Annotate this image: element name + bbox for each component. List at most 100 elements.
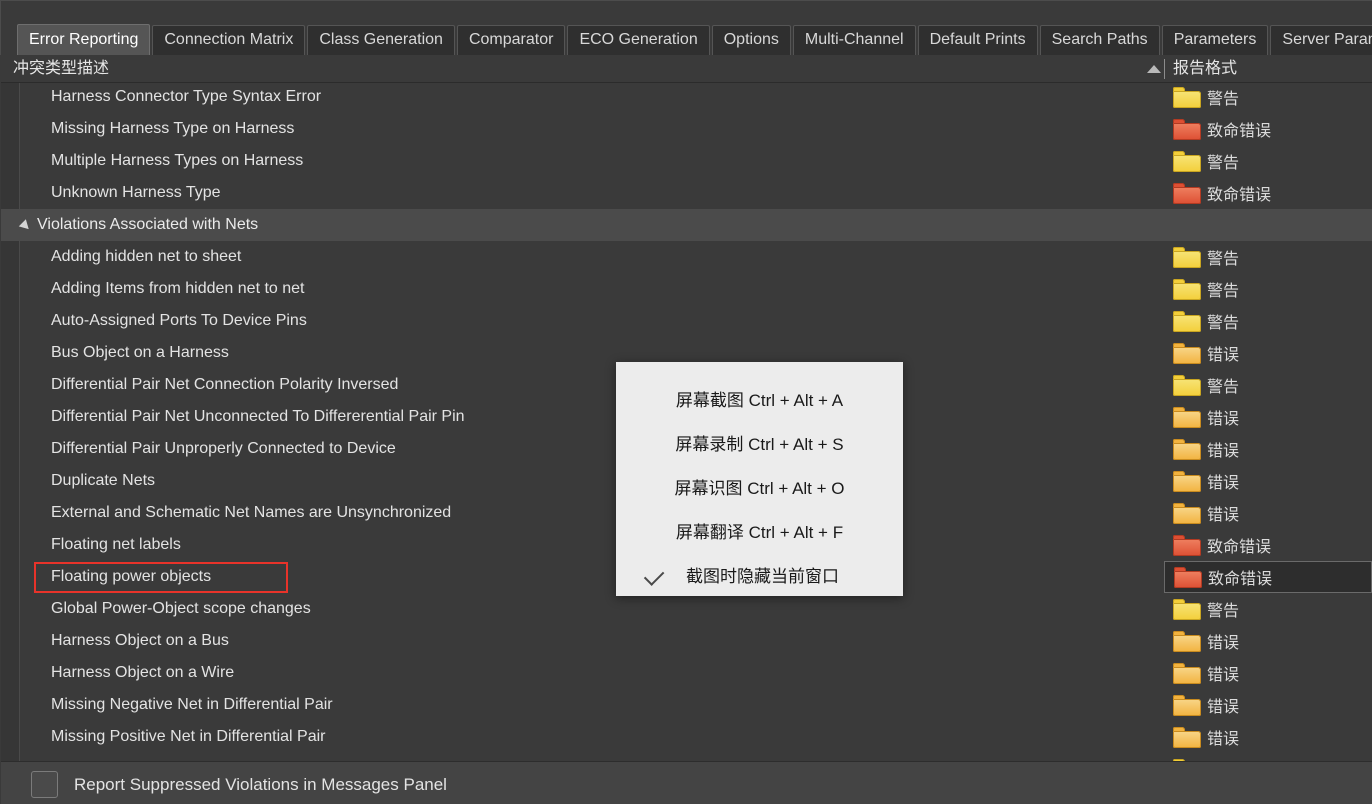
report-format-cell[interactable]: 错误: [1164, 465, 1372, 497]
tab-comparator[interactable]: Comparator: [456, 25, 566, 55]
violation-name-label: Harness Object on a Wire: [51, 664, 235, 681]
table-row[interactable]: Multiple Harness Types on Harness 警告: [1, 145, 1372, 177]
report-format-label: 错误: [1207, 475, 1240, 492]
tab-parameters[interactable]: Parameters: [1161, 25, 1269, 55]
report-format-cell[interactable]: 错误: [1164, 689, 1372, 721]
folder-warning-icon: [1173, 86, 1201, 108]
report-format-cell[interactable]: 警告: [1164, 273, 1372, 305]
report-format-cell[interactable]: 致命错误: [1164, 177, 1372, 209]
report-format-cell[interactable]: 警告: [1164, 241, 1372, 273]
table-row[interactable]: Unknown Harness Type 致命错误: [1, 177, 1372, 209]
tab-error-reporting[interactable]: Error Reporting: [17, 24, 151, 55]
folder-error-icon: [1173, 342, 1201, 364]
violation-name-label: Harness Object on a Bus: [51, 632, 229, 649]
context-menu-item[interactable]: 屏幕识图 Ctrl + Alt + O: [616, 464, 903, 508]
column-header-description[interactable]: 冲突类型描述: [13, 55, 109, 82]
table-row[interactable]: Adding hidden net to sheet 警告: [1, 241, 1372, 273]
report-format-label: 警告: [1207, 603, 1240, 620]
folder-warning-icon: [1173, 374, 1201, 396]
table-row[interactable]: Harness Object on a Bus 错误: [1, 625, 1372, 657]
tab-multi-channel[interactable]: Multi-Channel: [792, 25, 916, 55]
report-format-cell[interactable]: 错误: [1164, 337, 1372, 369]
report-format-label: 致命错误: [1207, 539, 1272, 556]
context-menu-item-label: 屏幕识图 Ctrl + Alt + O: [674, 478, 845, 498]
table-row[interactable]: 警告: [1, 753, 1372, 761]
report-format-cell[interactable]: 致命错误: [1164, 113, 1372, 145]
report-suppressed-violations-row[interactable]: Report Suppressed Violations in Messages…: [31, 771, 447, 798]
folder-error-icon: [1173, 502, 1201, 524]
violation-name-label: Differential Pair Net Connection Polarit…: [51, 376, 399, 393]
report-format-cell[interactable]: 致命错误: [1164, 529, 1372, 561]
table-row[interactable]: Global Power-Object scope changes 警告: [1, 593, 1372, 625]
tab-eco-generation[interactable]: ECO Generation: [567, 25, 710, 55]
table-row[interactable]: Harness Connector Type Syntax Error 警告: [1, 83, 1372, 113]
report-format-label: 警告: [1207, 283, 1240, 300]
report-format-label: 警告: [1207, 91, 1240, 108]
tab-class-generation[interactable]: Class Generation: [307, 25, 455, 55]
folder-error-icon: [1173, 470, 1201, 492]
collapse-triangle-icon[interactable]: [18, 219, 33, 233]
folder-warning-icon: [1173, 150, 1201, 172]
column-divider[interactable]: [1164, 59, 1165, 79]
report-format-label: 错误: [1207, 699, 1240, 716]
folder-fatal-icon: [1174, 566, 1202, 588]
table-row[interactable]: Harness Object on a Wire 错误: [1, 657, 1372, 689]
folder-error-icon: [1173, 438, 1201, 460]
folder-error-icon: [1173, 406, 1201, 428]
report-format-cell[interactable]: 警告: [1164, 305, 1372, 337]
tab-server-parameters[interactable]: Server Parameters: [1270, 25, 1372, 55]
folder-warning-icon: [1173, 598, 1201, 620]
context-menu-item[interactable]: 屏幕截图 Ctrl + Alt + A: [616, 376, 903, 420]
report-suppressed-violations-checkbox[interactable]: [31, 771, 58, 798]
report-format-cell[interactable]: 错误: [1164, 433, 1372, 465]
report-format-cell[interactable]: 错误: [1164, 401, 1372, 433]
report-format-cell[interactable]: 警告: [1164, 593, 1372, 625]
report-format-cell[interactable]: 错误: [1164, 721, 1372, 753]
report-format-cell[interactable]: 警告: [1164, 145, 1372, 177]
folder-error-icon: [1173, 726, 1201, 748]
report-format-cell[interactable]: 警告: [1164, 753, 1372, 761]
tab-connection-matrix[interactable]: Connection Matrix: [152, 25, 306, 55]
report-format-label: 警告: [1207, 251, 1240, 268]
report-format-label: 致命错误: [1208, 571, 1273, 588]
report-format-cell[interactable]: 警告: [1164, 369, 1372, 401]
report-format-cell[interactable]: 警告: [1164, 83, 1372, 113]
group-row-label: Violations Associated with Nets: [32, 209, 273, 241]
violation-name-label: Floating power objects: [51, 568, 212, 585]
violation-name-label: Duplicate Nets: [51, 472, 156, 489]
tab-search-paths[interactable]: Search Paths: [1039, 25, 1160, 55]
report-format-label: 警告: [1207, 379, 1240, 396]
violation-name-label: Differential Pair Net Unconnected To Dif…: [51, 408, 465, 425]
table-row[interactable]: Missing Positive Net in Differential Pai…: [1, 721, 1372, 753]
report-format-cell[interactable]: 错误: [1164, 625, 1372, 657]
context-menu-item[interactable]: 屏幕翻译 Ctrl + Alt + F: [616, 508, 903, 552]
report-format-cell[interactable]: 错误: [1164, 497, 1372, 529]
violation-name-label: Auto-Assigned Ports To Device Pins: [51, 312, 307, 329]
violation-name-label: Missing Negative Net in Differential Pai…: [51, 696, 333, 713]
sort-ascending-icon[interactable]: [1147, 65, 1161, 73]
context-menu-item-label: 截图时隐藏当前窗口: [686, 566, 839, 586]
screenshot-context-menu[interactable]: 屏幕截图 Ctrl + Alt + A 屏幕录制 Ctrl + Alt + S 屏幕…: [616, 362, 903, 596]
violation-name-label: Floating net labels: [51, 536, 181, 553]
context-menu-item-label: 屏幕翻译 Ctrl + Alt + F: [675, 522, 844, 542]
tab-options[interactable]: Options: [711, 25, 791, 55]
context-menu-item[interactable]: 截图时隐藏当前窗口: [616, 552, 903, 596]
report-format-label: 致命错误: [1207, 187, 1272, 204]
violation-name-label: Differential Pair Unproperly Connected t…: [51, 440, 396, 457]
report-format-cell[interactable]: 致命错误: [1164, 561, 1372, 593]
tab-default-prints[interactable]: Default Prints: [917, 25, 1038, 55]
report-suppressed-violations-label: Report Suppressed Violations in Messages…: [74, 774, 447, 794]
context-menu-item[interactable]: 屏幕录制 Ctrl + Alt + S: [616, 420, 903, 464]
column-header-report-format[interactable]: 报告格式: [1173, 55, 1237, 82]
folder-warning-icon: [1173, 246, 1201, 268]
table-row[interactable]: Missing Harness Type on Harness 致命错误: [1, 113, 1372, 145]
folder-fatal-icon: [1173, 118, 1201, 140]
report-format-cell[interactable]: 错误: [1164, 657, 1372, 689]
table-row[interactable]: Missing Negative Net in Differential Pai…: [1, 689, 1372, 721]
bottom-options-bar: Report Suppressed Violations in Messages…: [1, 761, 1372, 804]
violation-name-label: Adding hidden net to sheet: [51, 248, 242, 265]
table-row[interactable]: Adding Items from hidden net to net 警告: [1, 273, 1372, 305]
table-row[interactable]: Auto-Assigned Ports To Device Pins 警告: [1, 305, 1372, 337]
group-row[interactable]: Violations Associated with Nets: [1, 209, 1372, 241]
check-icon: [643, 565, 665, 586]
